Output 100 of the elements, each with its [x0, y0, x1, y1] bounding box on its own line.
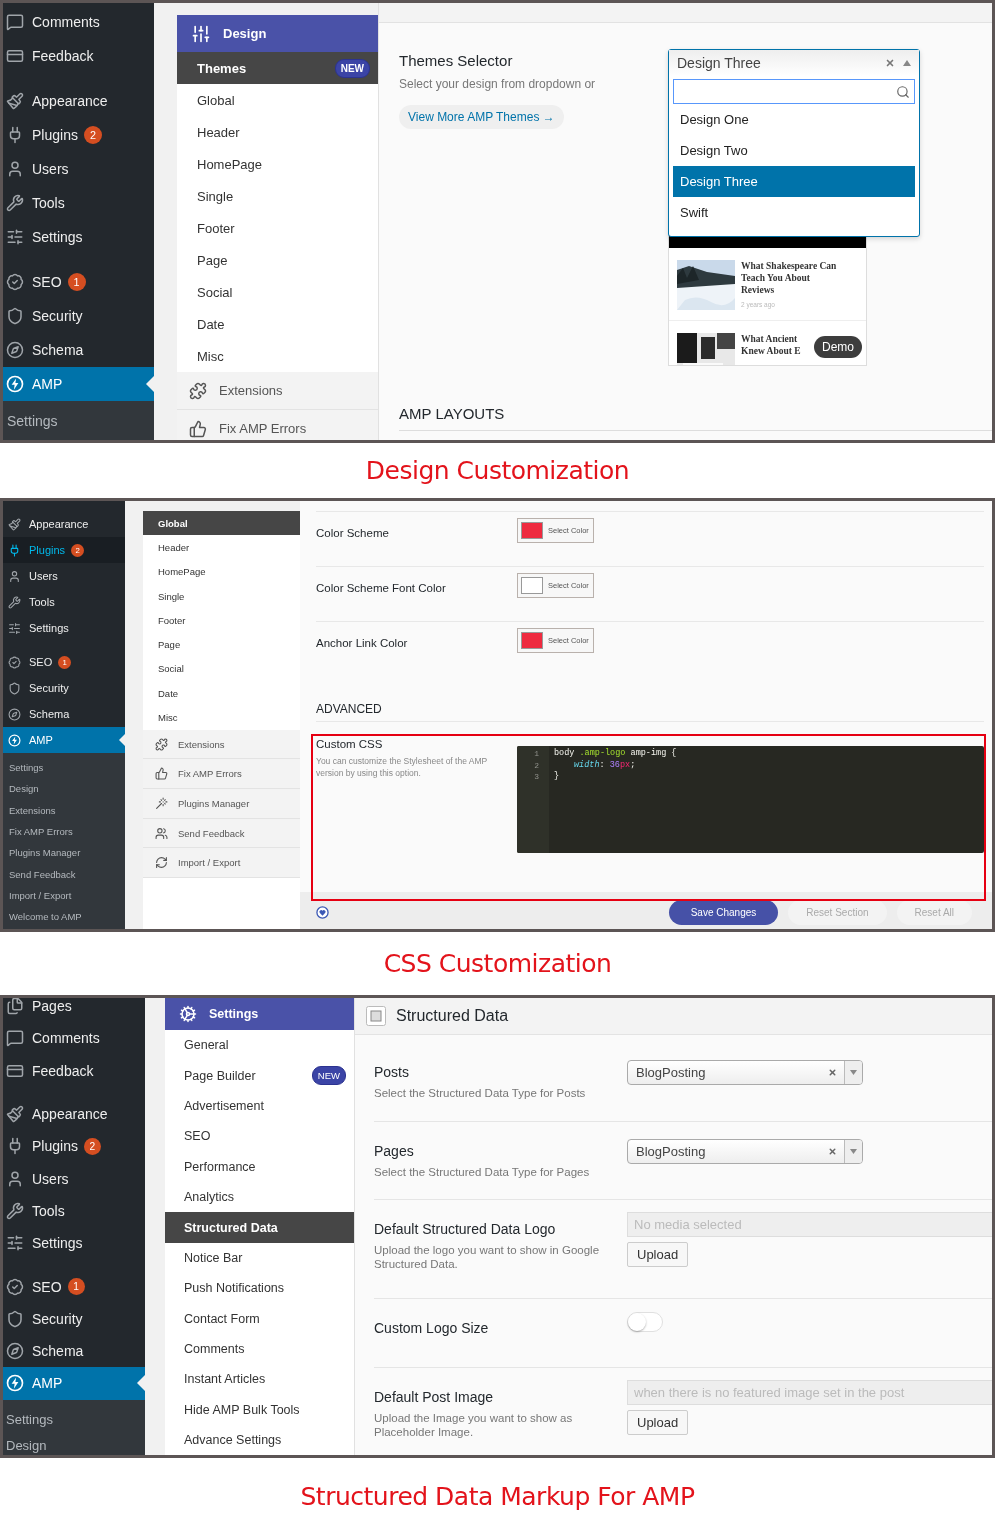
menu-item[interactable]: Schema — [3, 1334, 145, 1368]
upload-button[interactable]: Upload — [627, 1242, 689, 1267]
save-changes-button[interactable]: Save Changes — [668, 900, 779, 925]
menu-item[interactable]: Comments — [3, 1022, 145, 1055]
menu-item[interactable]: Comments — [3, 5, 154, 39]
submenu-item[interactable]: Welcome to AMP — [3, 906, 82, 928]
section-heading: AMP LAYOUTS — [399, 405, 992, 431]
upload-button[interactable]: Upload — [627, 1410, 689, 1435]
nav-tool-item[interactable]: Extensions — [177, 372, 378, 410]
setting-description: Select the Structured Data Type for Posts — [374, 1086, 587, 1100]
menu-item[interactable]: AMP — [3, 367, 154, 401]
menu-item[interactable]: Feedback — [3, 1054, 145, 1087]
users-icon — [155, 826, 168, 840]
menu-item[interactable]: Feedback — [3, 39, 154, 73]
menu-item[interactable]: Tools — [3, 589, 125, 615]
compass-icon — [8, 707, 21, 721]
nav-tool-item[interactable]: Fix AMP Errors — [177, 410, 378, 440]
search-field[interactable] — [673, 79, 915, 104]
dropdown-option[interactable]: Design One — [673, 104, 915, 135]
nav-tool-item[interactable]: Send Feedback — [143, 818, 300, 849]
menu-item[interactable]: Schema — [3, 701, 125, 727]
select-field[interactable]: BlogPosting — [627, 1139, 863, 1164]
menu-item[interactable]: Security — [3, 299, 154, 333]
menu-item[interactable]: Security — [3, 675, 125, 701]
submenu-item[interactable]: Fix AMP Errors — [3, 820, 73, 843]
submenu-item[interactable]: Extensions — [3, 799, 56, 821]
themes-link[interactable]: View More AMP Themes → — [399, 105, 564, 129]
submenu-item[interactable]: Design — [3, 1432, 47, 1455]
plug-icon — [8, 543, 21, 557]
gear-icon — [179, 1005, 197, 1023]
menu-item[interactable]: Settings — [3, 615, 125, 641]
dropdown-option[interactable]: Design Three — [673, 166, 915, 197]
code-editor[interactable]: 1 2 3 body .amp-logo amp-img { width: 36px; } — [517, 746, 984, 853]
menu-item[interactable]: Appearance — [3, 511, 125, 537]
menu-item[interactable]: Users — [3, 152, 154, 186]
menu-item[interactable]: Tools — [3, 186, 154, 220]
nav-tool-item[interactable]: Extensions — [143, 729, 300, 760]
nav-tool-item[interactable]: Import / Export — [143, 848, 300, 879]
clear-icon[interactable] — [885, 58, 895, 68]
setting-description: Select the Structured Data Type for Pages — [374, 1165, 591, 1179]
submenu-item[interactable]: Import / Export — [3, 884, 72, 907]
wrench-icon — [6, 194, 24, 212]
shield-icon — [6, 307, 24, 325]
article-title-line: What Shakespeare Can — [741, 260, 837, 272]
submenu-item[interactable]: Send Feedback — [3, 863, 76, 885]
menu-item[interactable]: Plugins 2 — [3, 1130, 145, 1163]
line-number: 3 — [534, 771, 540, 783]
dropdown-option[interactable]: Design Two — [673, 135, 915, 166]
menu-item[interactable]: Settings — [3, 220, 154, 254]
submenu-item[interactable]: Settings — [3, 1406, 53, 1433]
heart-badge-icon — [316, 906, 329, 919]
clear-icon[interactable] — [828, 1147, 837, 1156]
menu-item[interactable]: Appearance — [3, 1097, 145, 1131]
setting-label: Custom Logo Size — [374, 1319, 490, 1337]
wrench-icon — [8, 595, 21, 609]
shield-icon — [8, 681, 21, 695]
line-number: 2 — [534, 759, 540, 771]
menu-item[interactable]: Appearance — [3, 84, 154, 118]
article-title-line: Knew About E — [741, 345, 801, 357]
code-line: body .amp-logo amp-img { — [554, 748, 677, 760]
menu-item[interactable]: Settings — [3, 1227, 145, 1260]
menu-item[interactable]: AMP — [3, 727, 125, 753]
menu-item[interactable]: AMP — [3, 1367, 145, 1400]
setting-label: Custom CSS — [316, 738, 384, 750]
sliders-icon — [8, 621, 21, 635]
user-icon — [6, 1169, 24, 1188]
badge-check-icon — [8, 655, 21, 669]
puzzle-icon — [155, 737, 168, 751]
submenu-item[interactable]: Design — [3, 778, 39, 800]
setting-label: Color Scheme Font Color — [316, 581, 447, 594]
nav-item[interactable]: Themes NEW — [177, 52, 378, 84]
nav-item[interactable]: Global — [143, 511, 300, 536]
demo-button[interactable]: Demo — [814, 336, 862, 358]
menu-item[interactable]: Users — [3, 563, 125, 589]
submenu-item[interactable]: Settings — [3, 757, 44, 779]
select-field[interactable]: BlogPosting — [627, 1060, 863, 1085]
menu-item[interactable]: Tools — [3, 1194, 145, 1228]
caret-down-icon — [850, 1070, 857, 1075]
dropdown-option[interactable]: Swift — [673, 197, 915, 228]
wand-icon — [155, 796, 168, 810]
nav-tool-item[interactable]: Fix AMP Errors — [143, 759, 300, 790]
menu-item[interactable]: Users — [3, 1162, 145, 1195]
lightning-circle-icon — [6, 1374, 24, 1393]
paintbrush-icon — [8, 517, 21, 531]
code-line: width: 36px; — [573, 759, 636, 771]
nav-item[interactable]: Structured Data — [165, 1212, 354, 1243]
toggle-switch[interactable] — [627, 1312, 663, 1332]
menu-item[interactable]: Plugins 2 — [3, 118, 154, 152]
section-heading: ADVANCED — [316, 676, 984, 722]
clear-icon[interactable] — [828, 1068, 837, 1077]
code-line: } — [554, 771, 560, 783]
menu-item[interactable]: SEO 1 — [3, 265, 154, 299]
menu-item[interactable]: Pages — [3, 998, 145, 1023]
setting-label: Pages — [374, 1142, 415, 1160]
nav-tool-item[interactable]: Plugins Manager — [143, 789, 300, 819]
menu-item[interactable]: Security — [3, 1302, 145, 1335]
menu-item[interactable]: Schema — [3, 333, 154, 367]
submenu-item[interactable]: Plugins Manager — [3, 842, 81, 864]
menu-item[interactable]: SEO 1 — [3, 1270, 145, 1303]
select-field[interactable]: Design Three — [669, 50, 919, 76]
